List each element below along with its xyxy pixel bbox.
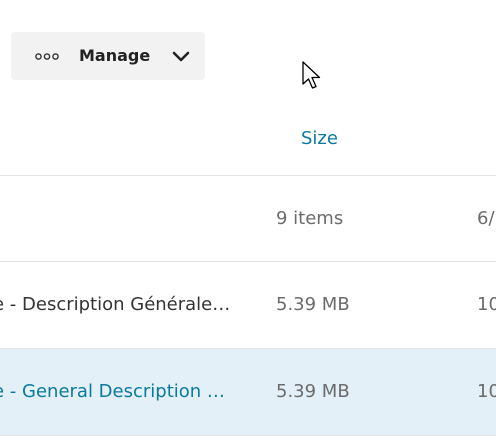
column-header-size[interactable]: Size: [301, 128, 338, 150]
row-name: [0, 207, 247, 231]
row-name-link[interactable]: e - General Description …: [0, 380, 247, 404]
more-dots-icon: [35, 53, 59, 60]
row-size: 5.39 MB: [276, 294, 350, 315]
row-modified: 10: [477, 381, 496, 402]
manage-button-label: Manage: [79, 46, 151, 65]
file-list-view: Manage Size 9 items 6/ e - Description G…: [0, 0, 496, 444]
row-modified: 10: [477, 294, 496, 315]
row-size: 9 items: [276, 208, 344, 229]
row-name[interactable]: e - Description Générale…: [0, 293, 247, 317]
mouse-pointer-icon: [302, 61, 321, 89]
row-modified: 6/: [477, 208, 495, 229]
chevron-down-icon: [172, 51, 190, 62]
row-size: 5.39 MB: [276, 381, 350, 402]
table-row-selected[interactable]: e - General Description … 5.39 MB 10: [0, 349, 496, 435]
manage-button[interactable]: Manage: [11, 32, 205, 80]
table-row[interactable]: 9 items 6/: [0, 176, 496, 262]
row-divider: [0, 435, 496, 436]
table-row[interactable]: e - Description Générale… 5.39 MB 10: [0, 262, 496, 348]
